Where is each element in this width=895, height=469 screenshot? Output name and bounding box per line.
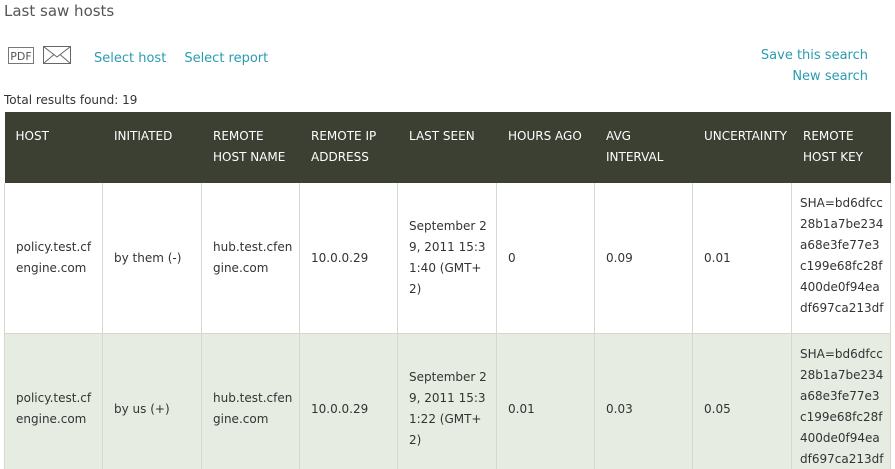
toolbar: PDF Select host Select report	[8, 44, 268, 66]
search-actions: Save this search New search	[761, 45, 868, 87]
column-header-remote-host-name[interactable]: REMOTE HOST NAME	[201, 112, 300, 183]
pdf-icon[interactable]: PDF	[8, 46, 34, 64]
select-host-link[interactable]: Select host	[94, 51, 166, 66]
cell-remote-ip: 10.0.0.29	[299, 333, 398, 469]
column-header-last-seen[interactable]: LAST SEEN	[397, 112, 497, 183]
page-title: Last saw hosts	[4, 2, 115, 20]
column-header-host[interactable]: HOST	[4, 112, 103, 183]
save-search-link[interactable]: Save this search	[761, 45, 868, 66]
column-header-initiated[interactable]: INITIATED	[102, 112, 202, 183]
cell-remote-host-key: SHA=bd6dfcc28b1a7be234a68e3fe77e3c199e68…	[791, 333, 891, 469]
column-header-uncertainty[interactable]: UNCERTAINTY	[692, 112, 792, 183]
table-row: policy.test.cfengine.com by us (+) hub.t…	[4, 333, 891, 469]
table-row: policy.test.cfengine.com by them (-) hub…	[4, 183, 891, 334]
cell-last-seen: September 29, 2011 15:31:40 (GMT+2)	[397, 183, 497, 334]
column-header-hours-ago[interactable]: HOURS AGO	[496, 112, 595, 183]
table-header-row: HOST INITIATED REMOTE HOST NAME REMOTE I…	[4, 112, 891, 183]
envelope-icon[interactable]	[43, 46, 71, 64]
cell-initiated: by them (-)	[102, 183, 202, 334]
cell-remote-ip: 10.0.0.29	[299, 183, 398, 334]
cell-avg-interval: 0.03	[594, 333, 693, 469]
column-header-remote-host-key[interactable]: REMOTE HOST KEY	[791, 112, 891, 183]
cell-uncertainty: 0.05	[692, 333, 792, 469]
cell-remote-host-key: SHA=bd6dfcc28b1a7be234a68e3fe77e3c199e68…	[791, 183, 891, 334]
cell-hours-ago: 0	[496, 183, 595, 334]
cell-initiated: by us (+)	[102, 333, 202, 469]
new-search-link[interactable]: New search	[761, 66, 868, 87]
total-results: Total results found: 19	[4, 93, 138, 107]
page: Last saw hosts PDF Select host Select re…	[0, 0, 895, 469]
cell-host: policy.test.cfengine.com	[4, 333, 103, 469]
cell-remote-host-name: hub.test.cfengine.com	[201, 333, 300, 469]
cell-remote-host-name: hub.test.cfengine.com	[201, 183, 300, 334]
select-report-link[interactable]: Select report	[184, 51, 268, 66]
cell-uncertainty: 0.01	[692, 183, 792, 334]
cell-avg-interval: 0.09	[594, 183, 693, 334]
cell-last-seen: September 29, 2011 15:31:22 (GMT+2)	[397, 333, 497, 469]
column-header-avg-interval[interactable]: AVG INTERVAL	[594, 112, 693, 183]
cell-host: policy.test.cfengine.com	[4, 183, 103, 334]
cell-hours-ago: 0.01	[496, 333, 595, 469]
column-header-remote-ip[interactable]: REMOTE IP ADDRESS	[299, 112, 398, 183]
results-table: HOST INITIATED REMOTE HOST NAME REMOTE I…	[4, 112, 891, 469]
